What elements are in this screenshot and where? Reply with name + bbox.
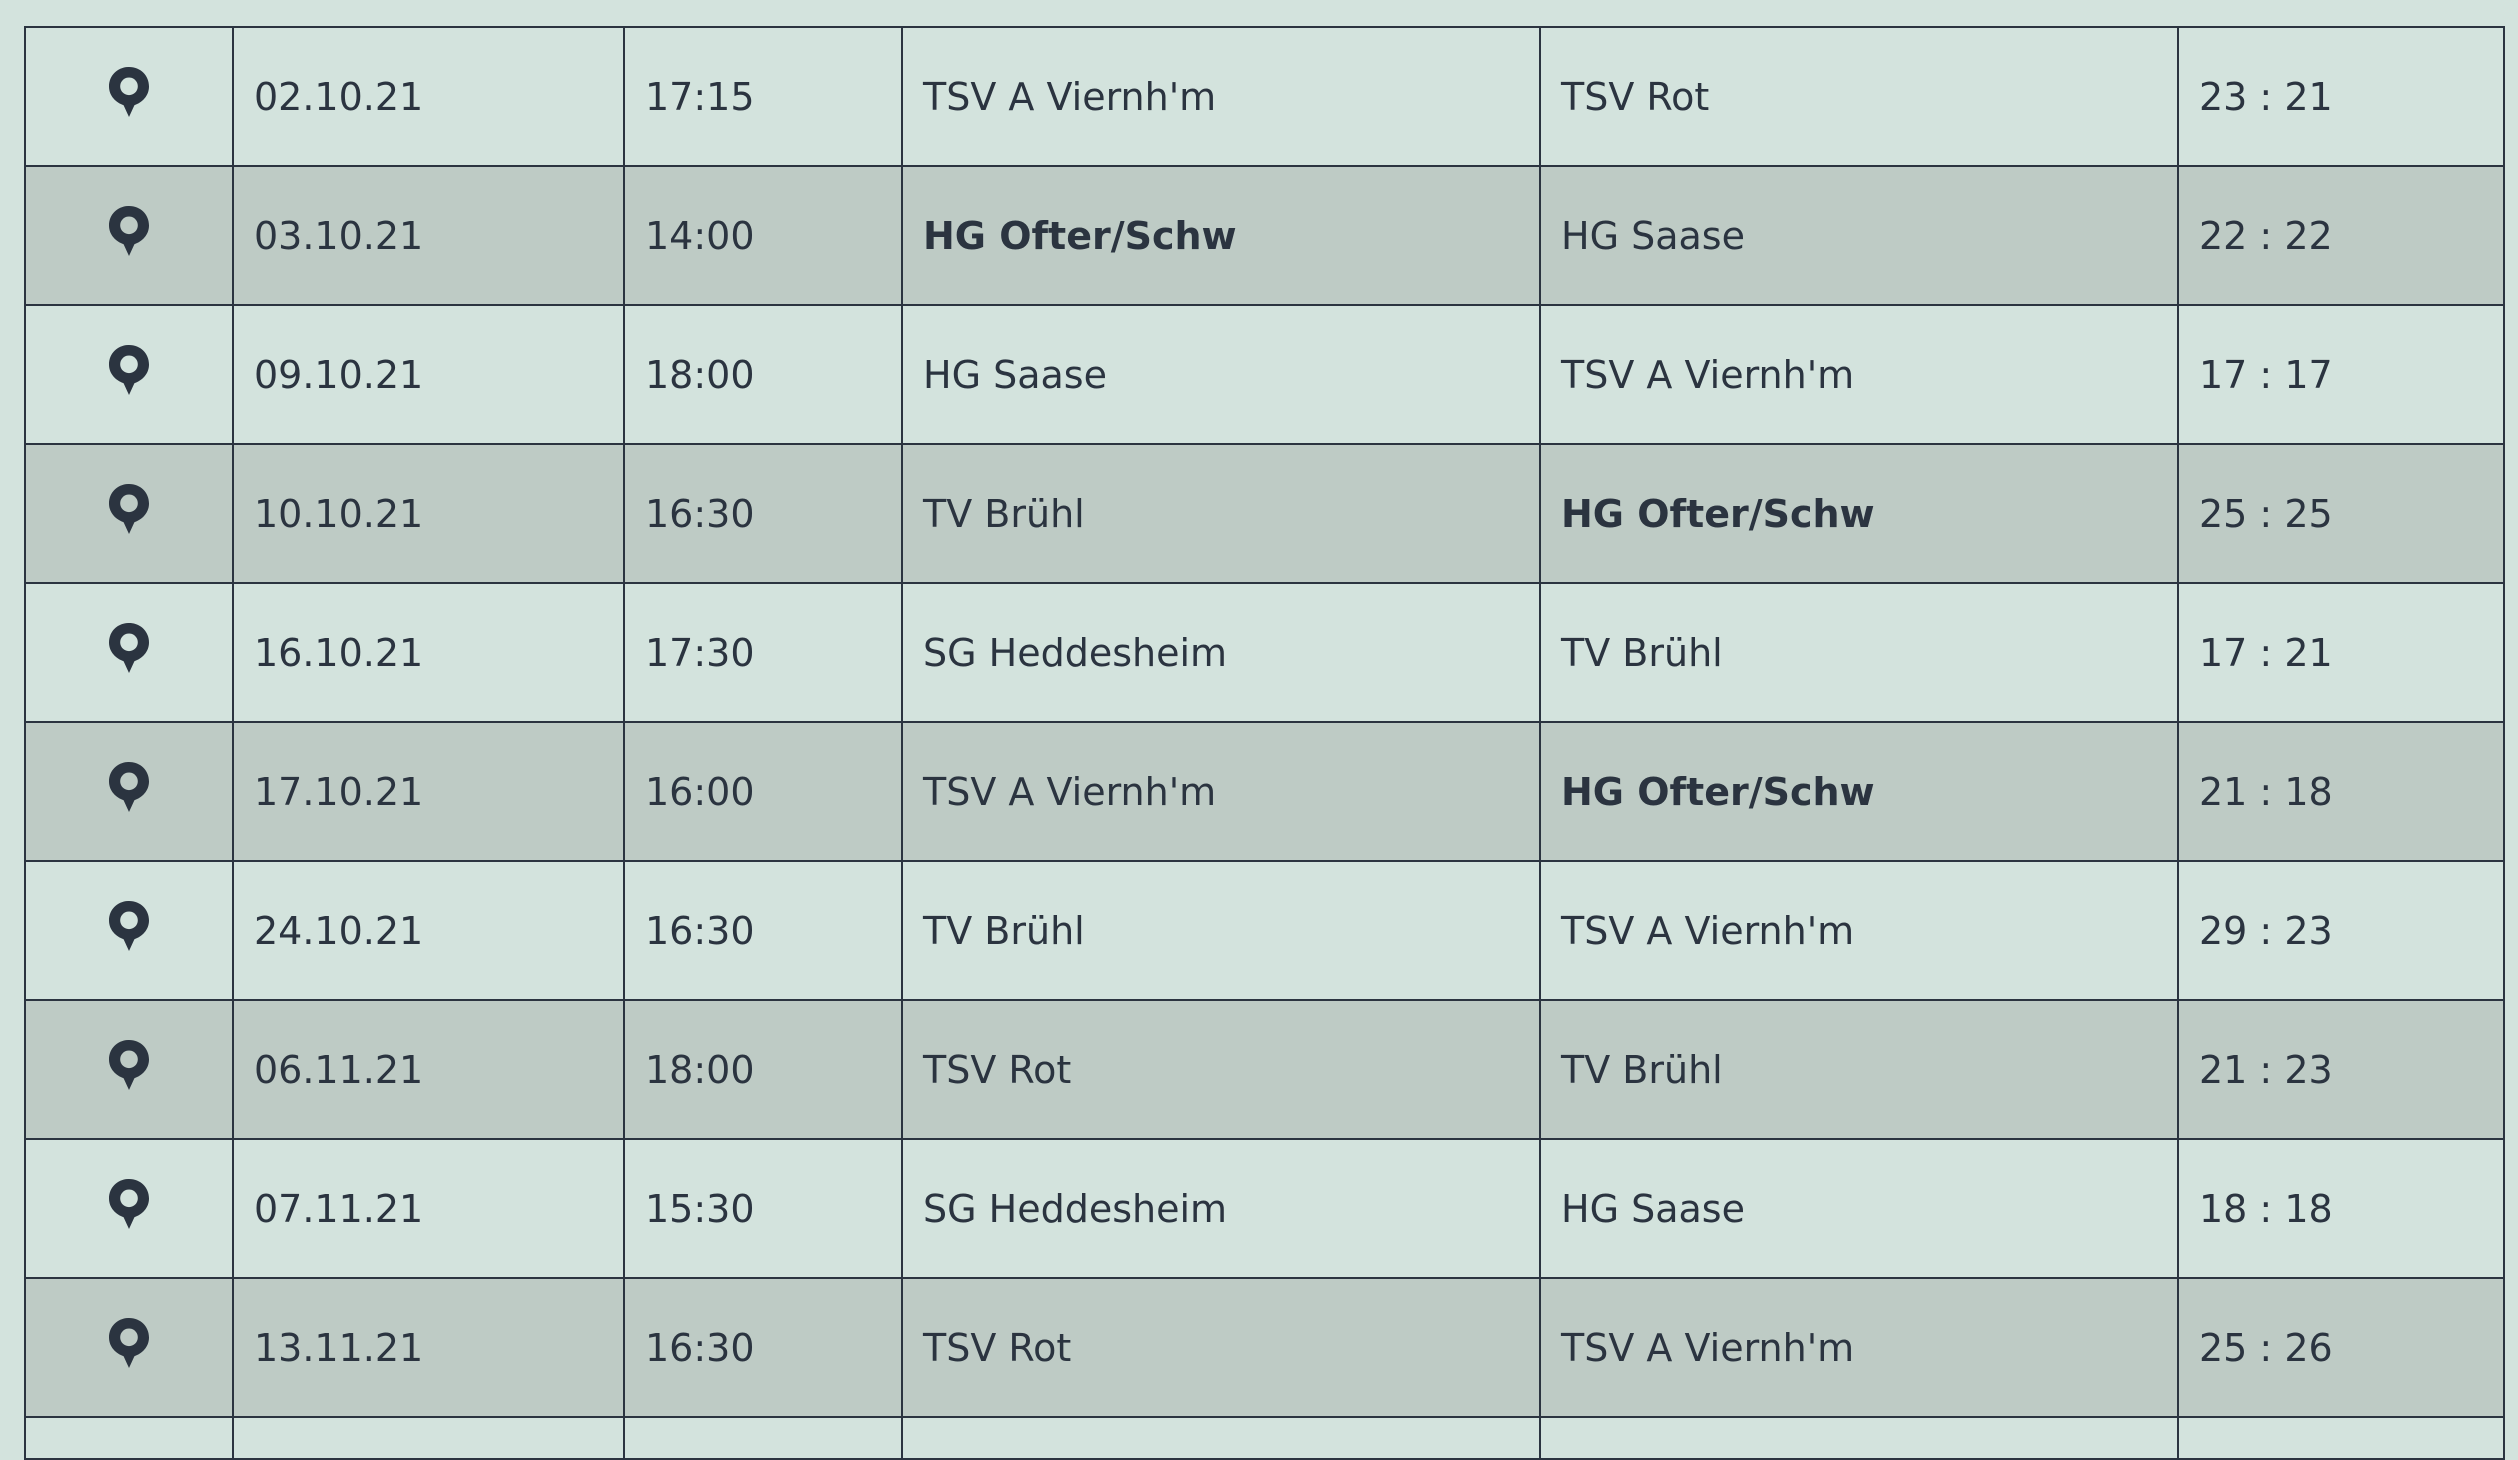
home-team: TSV Rot	[901, 999, 1541, 1140]
match-date: 17.10.21	[232, 721, 625, 862]
table-row: 07.11.21 15:30 SG Heddesheim HG Saase 18 : 1…	[24, 1138, 2505, 1279]
table-cell	[901, 1416, 1541, 1460]
table-row: 09.10.21 18:00 HG Saase TSV A Viernh'm 17 : …	[24, 304, 2505, 445]
table-row: 06.11.21 18:00 TSV Rot TV Brühl 21 : 23	[24, 999, 2505, 1140]
match-date: 24.10.21	[232, 860, 625, 1001]
match-score: 17 : 21	[2177, 582, 2505, 723]
match-table-body: 02.10.21 17:15 TSV A Viernh'm TSV Rot 23 : 2…	[24, 26, 2505, 1460]
match-date: 09.10.21	[232, 304, 625, 445]
home-team: TV Brühl	[901, 443, 1541, 584]
map-pin-icon[interactable]	[107, 482, 151, 536]
match-time: 18:00	[623, 304, 903, 445]
match-table: 02.10.21 17:15 TSV A Viernh'm TSV Rot 23 : 2…	[24, 26, 2505, 1460]
location-cell	[24, 999, 234, 1140]
away-team: HG Ofter/Schw	[1539, 721, 2179, 862]
match-score: 23 : 21	[2177, 26, 2505, 167]
table-cell	[232, 1416, 625, 1460]
table-row: 03.10.21 14:00 HG Ofter/Schw HG Saase 22 : 2…	[24, 165, 2505, 306]
match-time: 16:00	[623, 721, 903, 862]
map-pin-icon[interactable]	[107, 1177, 151, 1231]
away-team: TSV A Viernh'm	[1539, 1277, 2179, 1418]
match-score: 21 : 23	[2177, 999, 2505, 1140]
match-score: 25 : 26	[2177, 1277, 2505, 1418]
match-time: 18:00	[623, 999, 903, 1140]
match-time: 15:30	[623, 1138, 903, 1279]
match-time: 16:30	[623, 1277, 903, 1418]
map-pin-icon[interactable]	[107, 621, 151, 675]
location-cell	[24, 582, 234, 723]
home-team: SG Heddesheim	[901, 1138, 1541, 1279]
home-team: HG Ofter/Schw	[901, 165, 1541, 306]
table-cell	[24, 1416, 234, 1460]
home-team: TSV Rot	[901, 1277, 1541, 1418]
table-cell	[2177, 1416, 2505, 1460]
map-pin-icon[interactable]	[107, 65, 151, 119]
table-row: 02.10.21 17:15 TSV A Viernh'm TSV Rot 23 : 2…	[24, 26, 2505, 167]
match-date: 06.11.21	[232, 999, 625, 1140]
away-team: TSV A Viernh'm	[1539, 860, 2179, 1001]
match-date: 13.11.21	[232, 1277, 625, 1418]
location-cell	[24, 1138, 234, 1279]
map-pin-icon[interactable]	[107, 343, 151, 397]
home-team: HG Saase	[901, 304, 1541, 445]
table-cell	[1539, 1416, 2179, 1460]
match-date: 03.10.21	[232, 165, 625, 306]
location-cell	[24, 721, 234, 862]
match-score: 18 : 18	[2177, 1138, 2505, 1279]
location-cell	[24, 165, 234, 306]
home-team: TV Brühl	[901, 860, 1541, 1001]
location-cell	[24, 1277, 234, 1418]
away-team: HG Ofter/Schw	[1539, 443, 2179, 584]
match-time: 17:30	[623, 582, 903, 723]
location-cell	[24, 26, 234, 167]
map-pin-icon[interactable]	[107, 1316, 151, 1370]
away-team: TSV Rot	[1539, 26, 2179, 167]
map-pin-icon[interactable]	[107, 1038, 151, 1092]
match-score: 22 : 22	[2177, 165, 2505, 306]
match-date: 07.11.21	[232, 1138, 625, 1279]
table-row	[24, 1416, 2505, 1460]
match-time: 16:30	[623, 443, 903, 584]
away-team: TV Brühl	[1539, 999, 2179, 1140]
table-row: 16.10.21 17:30 SG Heddesheim TV Brühl 17 : 2…	[24, 582, 2505, 723]
match-date: 16.10.21	[232, 582, 625, 723]
match-date: 02.10.21	[232, 26, 625, 167]
match-time: 14:00	[623, 165, 903, 306]
map-pin-icon[interactable]	[107, 899, 151, 953]
table-row: 17.10.21 16:00 TSV A Viernh'm HG Ofter/Schw…	[24, 721, 2505, 862]
match-time: 16:30	[623, 860, 903, 1001]
match-schedule: 02.10.21 17:15 TSV A Viernh'm TSV Rot 23 : 2…	[24, 26, 2505, 1460]
match-time: 17:15	[623, 26, 903, 167]
table-cell	[623, 1416, 903, 1460]
away-team: HG Saase	[1539, 1138, 2179, 1279]
home-team: TSV A Viernh'm	[901, 721, 1541, 862]
map-pin-icon[interactable]	[107, 204, 151, 258]
match-date: 10.10.21	[232, 443, 625, 584]
match-score: 25 : 25	[2177, 443, 2505, 584]
table-row: 24.10.21 16:30 TV Brühl TSV A Viernh'm 29 : …	[24, 860, 2505, 1001]
away-team: TSV A Viernh'm	[1539, 304, 2179, 445]
map-pin-icon[interactable]	[107, 760, 151, 814]
away-team: TV Brühl	[1539, 582, 2179, 723]
match-score: 29 : 23	[2177, 860, 2505, 1001]
table-row: 13.11.21 16:30 TSV Rot TSV A Viernh'm 25 : 2…	[24, 1277, 2505, 1418]
away-team: HG Saase	[1539, 165, 2179, 306]
location-cell	[24, 304, 234, 445]
home-team: SG Heddesheim	[901, 582, 1541, 723]
match-score: 21 : 18	[2177, 721, 2505, 862]
table-row: 10.10.21 16:30 TV Brühl HG Ofter/Schw 25 : 2…	[24, 443, 2505, 584]
location-cell	[24, 860, 234, 1001]
home-team: TSV A Viernh'm	[901, 26, 1541, 167]
match-score: 17 : 17	[2177, 304, 2505, 445]
location-cell	[24, 443, 234, 584]
